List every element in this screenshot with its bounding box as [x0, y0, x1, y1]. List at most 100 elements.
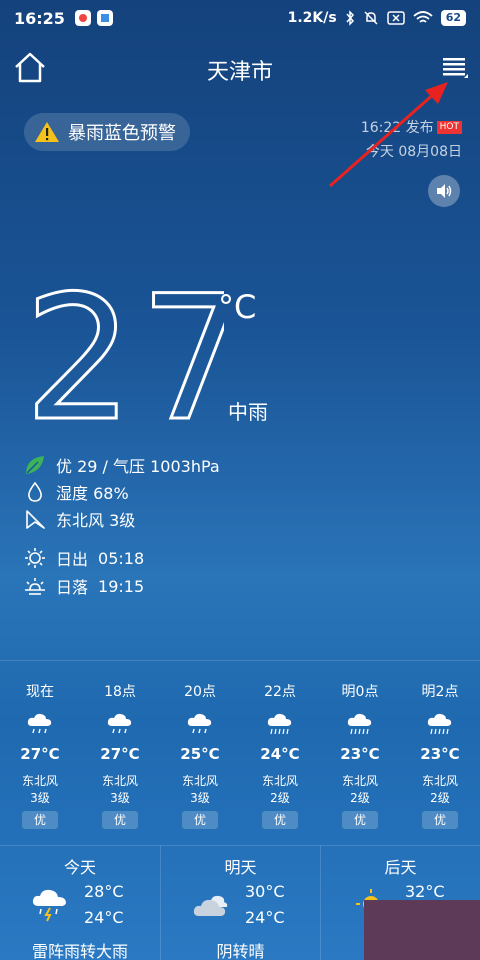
hour-wind-level: 2级 [430, 791, 450, 805]
weather-alert-badge[interactable]: 暴雨蓝色预警 [24, 113, 190, 151]
hour-label: 明2点 [421, 684, 459, 700]
light-rain-icon [107, 713, 132, 734]
hour-wind-dir: 东北风 [21, 774, 58, 788]
hour-temp: 24°C [260, 745, 300, 763]
bluetooth-icon [346, 10, 354, 26]
sim-off-icon [386, 11, 405, 25]
hour-wind-dir: 东北风 [261, 774, 298, 788]
day-low-temp: 24°C [84, 908, 124, 927]
hour-temp: 23°C [340, 745, 380, 763]
sunset-time: 19:15 [98, 576, 145, 596]
menu-icon[interactable] [440, 52, 470, 82]
day-high-temp: 28°C [84, 882, 124, 901]
leaf-icon [26, 456, 44, 474]
hour-temp: 27°C [100, 745, 140, 763]
hour-aqi-badge: 优 [422, 811, 458, 829]
humidity-text: 湿度 68% [56, 484, 129, 503]
hot-badge: HOT [436, 121, 462, 134]
hour-aqi-badge: 优 [102, 811, 138, 829]
city-title[interactable]: 天津市 [0, 54, 480, 86]
sunset-icon [25, 578, 45, 595]
publish-time: 16:22 发布 [360, 120, 434, 136]
hourly-forecast[interactable]: 现在 27°C 东北风 3级 优 18点 27°C 东北风 3级 优 20点 25°… [0, 660, 480, 845]
hour-aqi-badge: 优 [262, 811, 298, 829]
sunset-row: 日落 19:15 [24, 574, 144, 598]
sunrise-icon [25, 548, 45, 568]
light-rain-icon [27, 713, 52, 734]
day-high-temp: 32°C [405, 882, 445, 901]
net-speed: 1.2K/s [287, 10, 337, 26]
wind-row: 东北风 3级 [24, 507, 135, 531]
alert-text: 暴雨蓝色预警 [68, 123, 176, 144]
overlay-panel [364, 900, 480, 960]
hourly-item[interactable]: 20点 25°C 东北风 3级 优 [160, 681, 240, 829]
app-notification-icon [96, 10, 113, 26]
speaker-button[interactable] [428, 175, 460, 207]
hour-wind-level: 2级 [350, 791, 370, 805]
water-drop-icon [28, 481, 42, 502]
hour-label: 20点 [184, 684, 216, 700]
hourly-item[interactable]: 18点 27°C 东北风 3级 优 [80, 681, 160, 829]
hour-temp: 25°C [180, 745, 220, 763]
top-bar: 天津市 [0, 44, 480, 92]
daily-item-today[interactable]: 今天 28°C 24°C 雷阵雨转大雨 [0, 846, 160, 960]
aqi-row[interactable]: 优 29 / 气压 1003hPa [24, 453, 220, 477]
day-high-temp: 30°C [245, 882, 285, 901]
moderate-rain-icon [347, 713, 372, 735]
warning-icon [35, 122, 59, 142]
hourly-item[interactable]: 22点 24°C 东北风 2级 优 [240, 681, 320, 829]
battery-indicator: 62 [440, 10, 466, 26]
publish-date: 今天 08月08日 [365, 144, 462, 160]
day-label: 明天 [224, 858, 257, 877]
moderate-rain-icon [427, 713, 452, 735]
hour-wind-dir: 东北风 [101, 774, 138, 788]
wind-direction-icon [26, 510, 45, 529]
sunrise-time: 05:18 [98, 548, 145, 568]
hour-temp: 27°C [20, 745, 60, 763]
sunset-label: 日落 [56, 578, 89, 597]
light-rain-icon [187, 713, 212, 734]
hour-label: 18点 [104, 684, 136, 700]
hour-wind-level: 3级 [190, 791, 210, 805]
hour-aqi-badge: 优 [182, 811, 218, 829]
hour-label: 现在 [26, 684, 54, 700]
day-label: 今天 [63, 858, 96, 877]
thunderstorm-icon [32, 889, 66, 922]
hour-temp: 23°C [420, 745, 460, 763]
moderate-rain-icon [267, 713, 292, 735]
wifi-icon [413, 11, 433, 23]
hour-aqi-badge: 优 [342, 811, 378, 829]
mute-bell-icon [364, 11, 378, 25]
current-temp: 27 [24, 280, 224, 430]
hour-aqi-badge: 优 [22, 811, 58, 829]
status-bar: 16:25 1.2K/s 62 [0, 0, 480, 36]
status-time: 16:25 [14, 8, 65, 28]
sunrise-label: 日出 [56, 550, 89, 569]
cloudy-icon [193, 895, 228, 916]
hourly-item[interactable]: 现在 27°C 东北风 3级 优 [0, 681, 80, 829]
hour-wind-level: 3级 [30, 791, 50, 805]
temp-unit: °C [218, 288, 257, 326]
hour-label: 明0点 [341, 684, 379, 700]
daily-item-tomorrow[interactable]: 明天 30°C 24°C 阴转晴 [160, 846, 320, 960]
day-label: 后天 [384, 858, 417, 877]
hour-label: 22点 [264, 684, 296, 700]
app-notification-icon [74, 10, 91, 26]
hour-wind-level: 3级 [110, 791, 130, 805]
current-temp-display: 27 [24, 280, 224, 430]
current-condition: 中雨 [228, 400, 268, 424]
publish-info: 16:22 发布 HOT 今天 08月08日 [361, 116, 462, 164]
day-low-temp: 24°C [245, 908, 285, 927]
speaker-icon [437, 184, 452, 198]
hourly-item[interactable]: 明2点 23°C 东北风 2级 优 [400, 681, 480, 829]
hour-wind-dir: 东北风 [181, 774, 218, 788]
hour-wind-dir: 东北风 [341, 774, 378, 788]
hourly-item[interactable]: 明0点 23°C 东北风 2级 优 [320, 681, 400, 829]
day-condition: 阴转晴 [216, 942, 265, 960]
day-condition: 雷阵雨转大雨 [31, 942, 128, 960]
hour-wind-level: 2级 [270, 791, 290, 805]
humidity-row: 湿度 68% [24, 480, 129, 504]
wind-text: 东北风 3级 [56, 511, 136, 530]
sunrise-row: 日出 05:18 [24, 546, 144, 570]
aqi-pressure-text: 优 29 / 气压 1003hPa [56, 457, 220, 476]
